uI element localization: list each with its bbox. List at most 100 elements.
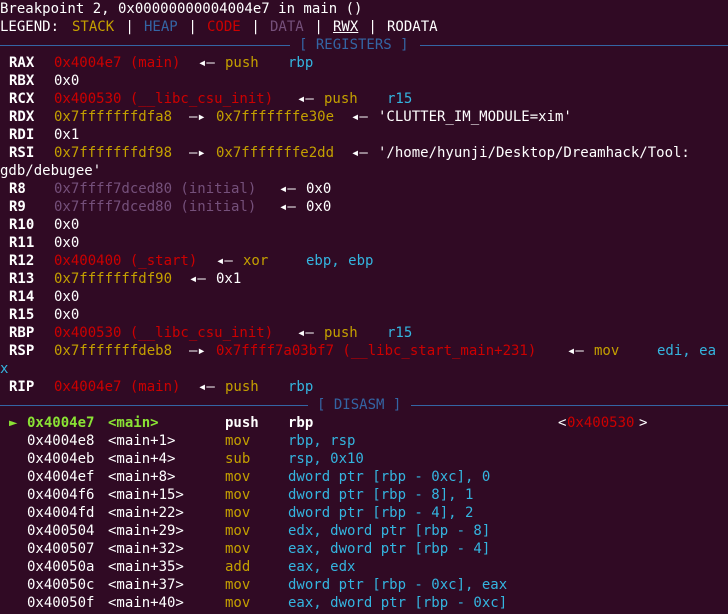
disasm-row-field: 0x400504 — [27, 523, 95, 539]
register-row-field: 0x7fffffffdf98 — [54, 145, 173, 161]
register-row-field: rbp — [288, 379, 314, 395]
register-row: R15 0x0 — [0, 306, 728, 324]
register-row-field: R14 — [9, 289, 35, 305]
disasm-row-field: 0x4004e8 — [27, 433, 95, 449]
disasm-row-field: 0x4004ef — [27, 469, 95, 485]
register-row-field: push — [324, 91, 358, 107]
register-row-field: ◂— — [351, 145, 368, 161]
legend-item: HEAP — [144, 19, 178, 35]
register-row-field: 0x1 — [216, 271, 242, 287]
register-row: RSI 0x7fffffffdf98 —▸ 0x7fffffffe2dd ◂— '/hom… — [0, 144, 728, 162]
legend-item: LEGEND: — [0, 19, 68, 35]
legend-divider: | — [180, 19, 206, 35]
disasm-row-field: mov — [225, 505, 251, 521]
disasm-row-field: <main+32> — [108, 541, 184, 557]
register-row: R8 0x7ffff7dced80 (initial) ◂— 0x0 — [0, 180, 728, 198]
disasm-row-field: <main+35> — [108, 559, 184, 575]
register-row-field: 0x7ffff7dced80 (initial) — [54, 199, 257, 215]
register-row-field: gdb/debugee' — [0, 163, 102, 179]
disasm-row: ► 0x4004e7 <main> push rbp <0x400530 > — [0, 414, 728, 432]
disasm-row-field: <main+4> — [108, 451, 176, 467]
disasm-row-field: 0x40050a — [27, 559, 95, 575]
register-row: RAX 0x4004e7 (main) ◂— push rbp — [0, 54, 728, 72]
register-row-field: 0x400530 (__libc_csu_init) — [54, 91, 274, 107]
registers-section-title: [ REGISTERS ] — [299, 37, 409, 53]
register-row-field: 0x4004e7 (main) — [54, 55, 181, 71]
register-row-field: R12 — [9, 253, 35, 269]
register-row-field: 0x7ffff7dced80 (initial) — [54, 181, 257, 197]
disasm-row-field: 0x40050c — [27, 577, 95, 593]
register-row-field: 0x0 — [54, 73, 80, 89]
register-row-field: push — [225, 379, 259, 395]
register-row-field: ◂— — [567, 343, 584, 359]
register-row: R13 0x7fffffffdf90 ◂— 0x1 — [0, 270, 728, 288]
separator-rule — [420, 45, 728, 46]
disasm-row-field: dword ptr [rbp - 0xc], eax — [288, 577, 508, 593]
separator-rule — [411, 405, 728, 406]
disasm-row: 0x400507 <main+32> mov eax, dword ptr [rbp … — [0, 540, 728, 558]
register-row-field: R15 — [9, 307, 35, 323]
disasm-row-field: 0x400507 — [27, 541, 95, 557]
register-row-field: ebp, ebp — [306, 253, 374, 269]
register-row-field: xor — [243, 253, 269, 269]
disasm-row-field: dword ptr [rbp - 8], 1 — [288, 487, 474, 503]
disasm-row-field: 0x4004fd — [27, 505, 95, 521]
register-row-field: rbp — [288, 55, 314, 71]
register-row: RCX 0x400530 (__libc_csu_init) ◂— push r15 — [0, 90, 728, 108]
disasm-row-field: 0x40050f — [27, 595, 95, 611]
register-row-field: RIP — [9, 379, 35, 395]
register-row-field: ◂— — [198, 379, 215, 395]
register-row-field: RAX — [9, 55, 35, 71]
disasm-row-field: ► — [9, 415, 18, 431]
disasm-row-field: <main+37> — [108, 577, 184, 593]
register-row-field: 'CLUTTER_IM_MODULE=xim' — [378, 109, 572, 125]
register-row-field: 0x0 — [54, 235, 80, 251]
register-row-field: RBX — [9, 73, 35, 89]
disasm-row-field: 0x400530 — [567, 415, 635, 431]
disasm-row-field: dword ptr [rbp - 0xc], 0 — [288, 469, 491, 485]
disasm-row-field: dword ptr [rbp - 4], 2 — [288, 505, 474, 521]
register-row-field: 0x7fffffffdeb8 — [54, 343, 173, 359]
register-row-field: 0x7fffffffdf90 — [54, 271, 173, 287]
register-row-field: 0x0 — [54, 217, 80, 233]
register-row-field: R13 — [9, 271, 35, 287]
register-row-field: ◂— — [216, 253, 233, 269]
disasm-row-field: rsp, 0x10 — [288, 451, 364, 467]
disasm-section-title: [ DISASM ] — [317, 397, 402, 413]
register-row: RIP 0x4004e7 (main) ◂— push rbp — [0, 378, 728, 396]
register-row-field: 0x7fffffffe30e — [216, 109, 335, 125]
register-row-field: RBP — [9, 325, 35, 341]
register-row-field: RSP — [9, 343, 35, 359]
register-row-field: push — [324, 325, 358, 341]
register-row-field: ◂— — [297, 325, 314, 341]
register-row-field: R10 — [9, 217, 35, 233]
disasm-row-field: <main> — [108, 415, 159, 431]
register-row: R11 0x0 — [0, 234, 728, 252]
register-row-field: x — [0, 361, 9, 377]
register-row-field: 0x4004e7 (main) — [54, 379, 181, 395]
legend-line: LEGEND: STACK | HEAP | CODE | DATA | RWX… — [0, 18, 728, 36]
register-row-field: edi, ea — [657, 343, 717, 359]
disasm-row-field: mov — [225, 433, 251, 449]
register-row-field: r15 — [387, 325, 413, 341]
legend-item: RODATA — [387, 19, 438, 35]
disasm-row: 0x40050a <main+35> add eax, edx — [0, 558, 728, 576]
register-row-field: 0x400400 (_start) — [54, 253, 198, 269]
register-row-field: RDI — [9, 127, 35, 143]
register-row-field: R11 — [9, 235, 35, 251]
register-row-field: R8 — [9, 181, 26, 197]
disasm-row-field: < — [558, 415, 567, 431]
legend-item: DATA — [270, 19, 304, 35]
disasm-row-field: 0x4004e7 — [27, 415, 95, 431]
register-row-field: R9 — [9, 199, 26, 215]
legend-item: RWX — [333, 19, 359, 35]
register-row: RBX 0x0 — [0, 72, 728, 90]
register-row: R12 0x400400 (_start) ◂— xor ebp, ebp — [0, 252, 728, 270]
legend-divider: | — [306, 19, 332, 35]
terminal-window[interactable]: Breakpoint 2, 0x00000000004004e7 in main… — [0, 0, 728, 614]
disasm-separator: [ DISASM ] — [0, 396, 728, 414]
disasm-row-field: <main+8> — [108, 469, 176, 485]
register-row-field: 0x1 — [54, 127, 80, 143]
disasm-row-field: mov — [225, 595, 251, 611]
disasm-row-field: eax, edx — [288, 559, 356, 575]
